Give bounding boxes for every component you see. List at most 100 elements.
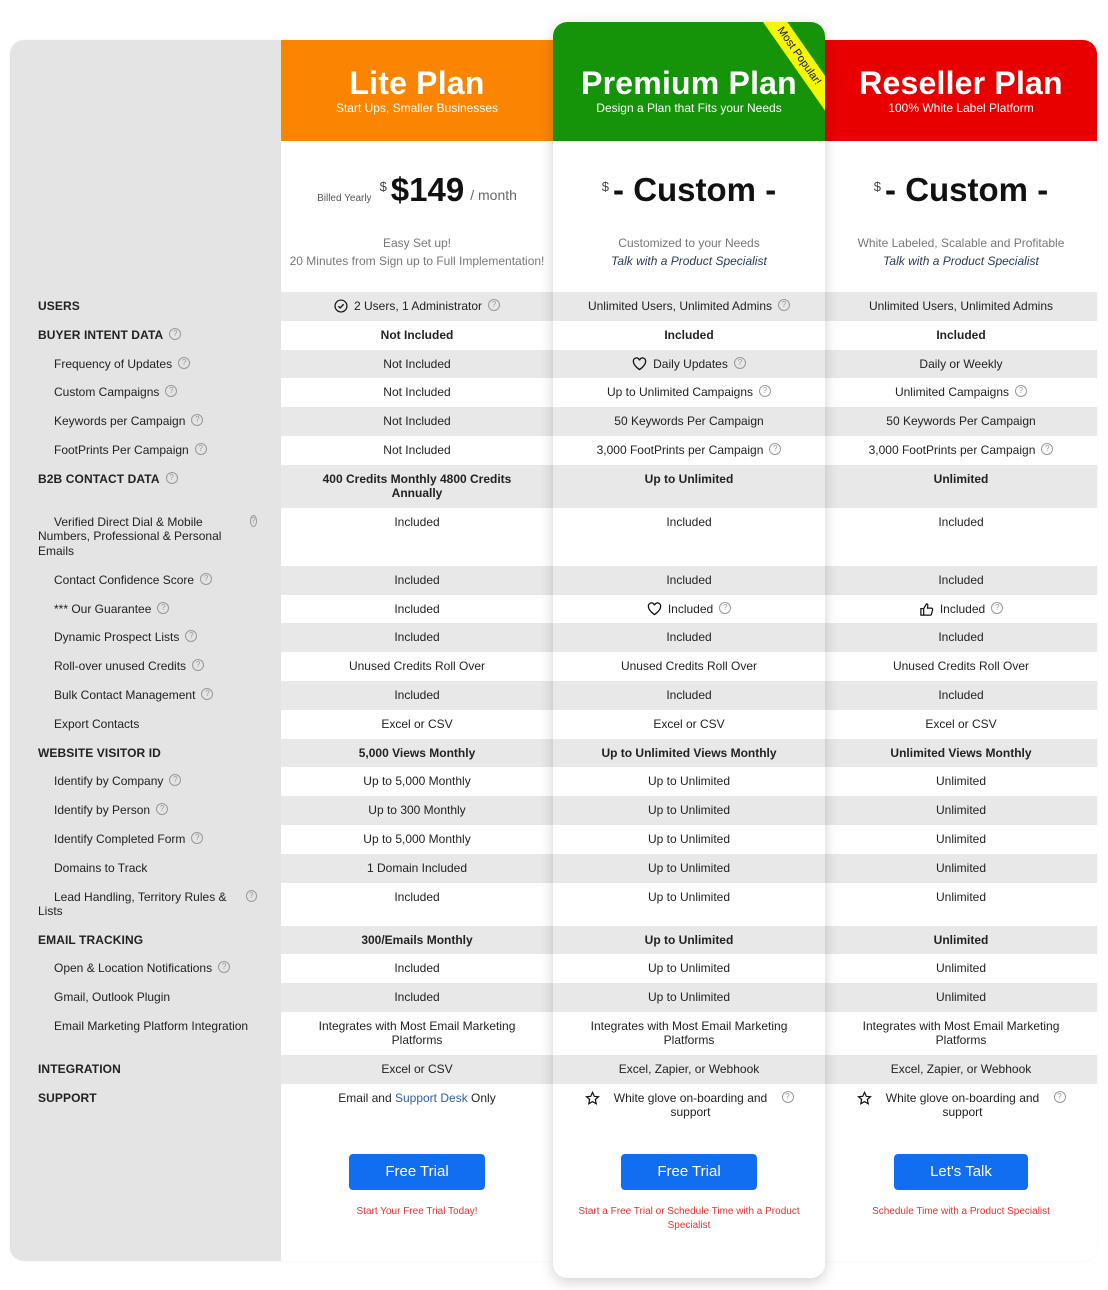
table-row: Not Included xyxy=(281,321,553,350)
help-icon[interactable]: ? xyxy=(218,961,231,974)
star-icon xyxy=(584,1090,600,1108)
help-icon[interactable]: ? xyxy=(194,442,207,455)
table-row: Up to Unlimited xyxy=(553,767,825,796)
cell-value: Included xyxy=(938,630,984,645)
plan-name: Lite Plan xyxy=(349,65,485,101)
help-icon[interactable]: ? xyxy=(249,514,257,527)
help-icon[interactable]: ? xyxy=(991,601,1004,614)
feature-label: Email Marketing Platform Integration xyxy=(54,1018,249,1033)
cell-value: Up to Unlimited xyxy=(647,990,731,1005)
feature-row: Verified Direct Dial & Mobile Numbers, P… xyxy=(10,508,281,566)
free-trial-button[interactable]: Free Trial xyxy=(621,1154,757,1190)
plan-header-lite: Lite Plan Start Ups, Smaller Businesses xyxy=(281,40,553,141)
help-icon[interactable]: ? xyxy=(191,831,204,844)
plan-header-reseller: Reseller Plan 100% White Label Platform xyxy=(825,40,1097,141)
help-icon[interactable]: ? xyxy=(781,1090,794,1103)
talk-specialist-link[interactable]: Talk with a Product Specialist xyxy=(553,252,825,270)
billing-period: Billed Yearly xyxy=(317,193,372,204)
help-icon[interactable]: ? xyxy=(488,299,501,311)
help-icon[interactable]: ? xyxy=(157,601,170,614)
talk-specialist-link[interactable]: Talk with a Product Specialist xyxy=(825,252,1097,270)
free-trial-button[interactable]: Free Trial xyxy=(349,1154,485,1190)
heart-icon xyxy=(647,601,662,618)
table-row: Included xyxy=(281,623,553,653)
help-icon[interactable]: ? xyxy=(733,356,746,369)
support-desk-link[interactable]: Support Desk xyxy=(395,1091,468,1105)
table-row: Unlimited Views Monthly xyxy=(825,738,1097,768)
heart-icon xyxy=(632,356,647,373)
feature-label: Identify Completed Form xyxy=(54,831,186,846)
plan-values-premium: Unlimited Users, Unlimited Admins? Includ… xyxy=(553,292,825,1119)
help-icon[interactable]: ? xyxy=(769,442,782,455)
help-icon[interactable]: ? xyxy=(245,889,257,902)
help-icon[interactable]: ? xyxy=(156,803,169,816)
help-icon[interactable]: ? xyxy=(169,774,182,787)
plan-tagline: Start Ups, Smaller Businesses xyxy=(335,101,499,115)
help-icon[interactable]: ? xyxy=(778,299,791,311)
cell-value: Included xyxy=(936,327,986,342)
table-row: Unlimited xyxy=(825,796,1097,825)
cell-value: 400 Credits Monthly 4800 Credits Annuall… xyxy=(322,471,512,501)
feature-row: Lead Handling, Territory Rules & Lists? xyxy=(10,883,281,926)
cell-value: Unlimited xyxy=(935,774,986,789)
cell-value: Excel or CSV xyxy=(653,716,725,731)
cell-value: Included xyxy=(394,572,440,587)
feature-label: Verified Direct Dial & Mobile Numbers, P… xyxy=(38,514,222,558)
cell-value: Integrates with Most Email Marketing Pla… xyxy=(318,1018,516,1048)
table-row: Included? xyxy=(553,595,825,624)
help-icon[interactable]: ? xyxy=(719,601,732,614)
cell-value: 50 Keywords Per Campaign xyxy=(886,414,1036,429)
plan-values-reseller: Unlimited Users, Unlimited Admins Include… xyxy=(825,292,1097,1119)
feature-row: Frequency of Updates? xyxy=(10,350,281,379)
feature-label: Contact Confidence Score xyxy=(54,572,195,587)
table-row: Unused Credits Roll Over xyxy=(281,652,553,681)
feature-label: Identify by Person xyxy=(54,803,151,818)
lets-talk-button[interactable]: Let's Talk xyxy=(894,1154,1028,1190)
cell-value: Included xyxy=(667,601,714,616)
feature-row: Domains to Track xyxy=(10,854,281,883)
cell-value: Included xyxy=(666,687,712,702)
table-row: Up to 300 Monthly xyxy=(281,796,553,825)
cell-value: Included xyxy=(394,990,440,1005)
help-icon[interactable]: ? xyxy=(169,327,182,340)
help-icon[interactable]: ? xyxy=(1015,385,1028,398)
table-row: Unused Credits Roll Over xyxy=(553,652,825,681)
help-icon[interactable]: ? xyxy=(1053,1090,1066,1103)
help-icon[interactable]: ? xyxy=(1041,442,1054,455)
feature-row: Custom Campaigns? xyxy=(10,378,281,407)
feature-row: Email Marketing Platform Integration xyxy=(10,1012,281,1055)
help-icon[interactable]: ? xyxy=(165,385,178,398)
table-row: 5,000 Views Monthly xyxy=(281,738,553,768)
table-row: Included xyxy=(281,508,553,566)
table-row: Up to Unlimited xyxy=(553,825,825,854)
cell-value: 3,000 FootPrints per Campaign xyxy=(596,442,764,457)
cell-value: Up to Unlimited xyxy=(647,831,731,846)
table-row: Daily or Weekly xyxy=(825,349,1097,379)
table-row: Not Included xyxy=(281,407,553,436)
cell-value: Up to Unlimited xyxy=(644,471,734,486)
help-icon[interactable]: ? xyxy=(185,630,198,643)
cell-value: Unlimited xyxy=(935,860,986,875)
feature-row: Identify by Company? xyxy=(10,767,281,796)
table-row: Integrates with Most Email Marketing Pla… xyxy=(281,1012,553,1055)
help-icon[interactable]: ? xyxy=(759,385,772,398)
cta-note: Start a Free Trial or Schedule Time with… xyxy=(578,1206,800,1231)
help-icon[interactable]: ? xyxy=(200,572,213,585)
table-row: Included xyxy=(281,595,553,624)
feature-label: Export Contacts xyxy=(54,716,140,731)
cta-note: Schedule Time with a Product Specialist xyxy=(872,1206,1050,1217)
table-row: 300/Emails Monthly xyxy=(281,925,553,955)
help-icon[interactable]: ? xyxy=(178,356,191,369)
price-amount: $149 xyxy=(390,171,465,208)
feature-row: INTEGRATION xyxy=(10,1055,281,1084)
table-row: 1 Domain Included xyxy=(281,853,553,883)
help-icon[interactable]: ? xyxy=(191,414,204,427)
plan-description: Easy Set up! xyxy=(382,236,452,250)
help-icon[interactable]: ? xyxy=(192,659,205,672)
table-row: 3,000 FootPrints per Campaign? xyxy=(553,436,825,465)
plan-name: Premium Plan xyxy=(581,65,797,101)
feature-row: Open & Location Notifications? xyxy=(10,954,281,983)
cell-value: Unlimited Views Monthly xyxy=(890,745,1032,760)
help-icon[interactable]: ? xyxy=(165,471,178,484)
help-icon[interactable]: ? xyxy=(201,687,214,700)
